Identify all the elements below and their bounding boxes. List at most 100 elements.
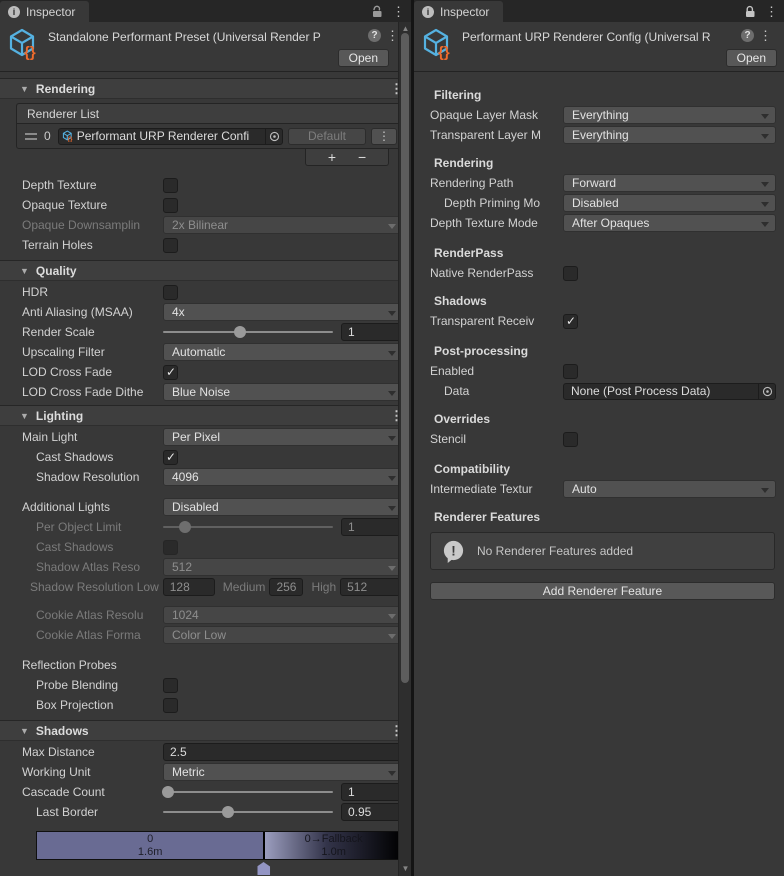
row-native-renderpass: Native RenderPass bbox=[414, 264, 776, 282]
renderer-asset-icon: {} bbox=[62, 130, 74, 142]
postproc-enabled-checkbox[interactable] bbox=[563, 364, 578, 379]
section-shadows[interactable]: ▼ Shadows ⋮ bbox=[0, 720, 411, 741]
row-rendering-path: Rendering Path Forward bbox=[414, 174, 776, 192]
cookie-atlas-format-dropdown: Color Low bbox=[163, 626, 403, 644]
lod-cross-fade-checkbox[interactable] bbox=[163, 365, 178, 380]
opaque-texture-checkbox[interactable] bbox=[163, 198, 178, 213]
row-opaque-layer-mask: Opaque Layer Mask Everything bbox=[414, 106, 776, 124]
max-distance-field[interactable]: 2.5 bbox=[163, 743, 403, 761]
lock-icon[interactable] bbox=[744, 5, 756, 18]
row-transparent-receive: Transparent Receiv bbox=[414, 312, 776, 330]
last-border-slider[interactable] bbox=[163, 803, 333, 821]
object-name: Performant URP Renderer Confi bbox=[77, 129, 262, 143]
row-render-scale: Render Scale 1 bbox=[0, 323, 403, 341]
slider-knob[interactable] bbox=[222, 806, 234, 818]
drag-handle-icon[interactable] bbox=[25, 133, 37, 140]
header-renderer-features: Renderer Features bbox=[414, 508, 784, 526]
slider-knob[interactable] bbox=[162, 786, 174, 798]
tab-label: Inspector bbox=[26, 5, 75, 19]
depth-priming-mode-dropdown[interactable]: Disabled bbox=[563, 194, 776, 212]
row-terrain-holes: Terrain Holes bbox=[0, 236, 403, 254]
tab-inspector[interactable]: i Inspector bbox=[0, 1, 89, 22]
add-renderer-button[interactable]: + bbox=[328, 150, 336, 164]
cascade-count-value[interactable]: 1 bbox=[341, 783, 403, 801]
depth-texture-mode-dropdown[interactable]: After Opaques bbox=[563, 214, 776, 232]
upscaling-filter-dropdown[interactable]: Automatic bbox=[163, 343, 403, 361]
row-shadow-resolution: Shadow Resolution 4096 bbox=[0, 468, 403, 486]
tab-bar: i Inspector ⋮ bbox=[414, 0, 784, 22]
rendering-path-dropdown[interactable]: Forward bbox=[563, 174, 776, 192]
cascade-count-slider[interactable] bbox=[163, 783, 333, 801]
cascade-segment-0: 0 1.6m bbox=[37, 832, 263, 859]
asset-header: {} Performant URP Renderer Config (Unive… bbox=[414, 22, 784, 72]
preset-asset-icon: {} bbox=[7, 27, 41, 61]
row-postproc-enabled: Enabled bbox=[414, 362, 776, 380]
exclamation-bubble-icon: ! bbox=[441, 539, 466, 564]
header-rendering: Rendering bbox=[414, 154, 784, 172]
svg-text:{}: {} bbox=[24, 44, 36, 61]
open-button[interactable]: Open bbox=[726, 49, 777, 67]
row-postproc-data: Data None (Post Process Data) bbox=[414, 382, 776, 400]
main-light-dropdown[interactable]: Per Pixel bbox=[163, 428, 403, 446]
cast-shadows-checkbox[interactable] bbox=[163, 450, 178, 465]
open-button[interactable]: Open bbox=[338, 49, 389, 67]
header-renderpass: RenderPass bbox=[414, 244, 784, 262]
opaque-downsampling-dropdown: 2x Bilinear bbox=[163, 216, 403, 234]
help-icon[interactable]: ? bbox=[368, 29, 381, 42]
foldout-icon: ▼ bbox=[20, 411, 29, 421]
slider-knob bbox=[179, 521, 191, 533]
scroll-down-icon[interactable]: ▼ bbox=[399, 864, 411, 874]
transparent-receive-checkbox[interactable] bbox=[563, 314, 578, 329]
header-kebab-icon[interactable]: ⋮ bbox=[759, 29, 772, 42]
last-border-value[interactable]: 0.95 bbox=[341, 803, 403, 821]
hdr-checkbox[interactable] bbox=[163, 285, 178, 300]
box-projection-checkbox[interactable] bbox=[163, 698, 178, 713]
row-max-distance: Max Distance 2.5 bbox=[0, 743, 403, 761]
panel-kebab-icon[interactable]: ⋮ bbox=[765, 5, 778, 18]
msaa-dropdown[interactable]: 4x bbox=[163, 303, 403, 321]
lod-dither-dropdown[interactable]: Blue Noise bbox=[163, 383, 403, 401]
shadow-resolution-dropdown[interactable]: 4096 bbox=[163, 468, 403, 486]
header-post-processing: Post-processing bbox=[414, 342, 784, 360]
renderer-asset-icon: {} bbox=[421, 27, 455, 61]
row-additional-cast-shadows: Cast Shadows bbox=[0, 538, 403, 556]
slider-knob[interactable] bbox=[234, 326, 246, 338]
section-quality[interactable]: ▼ Quality bbox=[0, 260, 411, 281]
foldout-icon: ▼ bbox=[20, 266, 29, 276]
section-rendering[interactable]: ▼ Rendering ⋮ bbox=[0, 78, 411, 99]
shadow-res-medium-field: 256 bbox=[269, 578, 303, 596]
row-cookie-atlas-format: Cookie Atlas Forma Color Low bbox=[0, 626, 403, 644]
header-compatibility: Compatibility bbox=[414, 460, 784, 478]
list-item-kebab-icon[interactable]: ⋮ bbox=[371, 128, 397, 145]
add-renderer-feature-button[interactable]: Add Renderer Feature bbox=[430, 582, 775, 600]
opaque-layer-mask-dropdown[interactable]: Everything bbox=[563, 106, 776, 124]
row-main-light: Main Light Per Pixel bbox=[0, 428, 403, 446]
intermediate-texture-dropdown[interactable]: Auto bbox=[563, 480, 776, 498]
section-lighting[interactable]: ▼ Lighting ⋮ bbox=[0, 405, 411, 426]
stencil-checkbox[interactable] bbox=[563, 432, 578, 447]
renderer-object-field[interactable]: {} Performant URP Renderer Confi bbox=[58, 128, 283, 145]
row-working-unit: Working Unit Metric bbox=[0, 763, 403, 781]
scrollbar: ▲ ▼ bbox=[398, 22, 411, 876]
scrollbar-thumb[interactable] bbox=[401, 33, 409, 683]
terrain-holes-checkbox[interactable] bbox=[163, 238, 178, 253]
depth-texture-checkbox[interactable] bbox=[163, 178, 178, 193]
object-picker-icon[interactable] bbox=[758, 384, 775, 399]
transparent-layer-mask-dropdown[interactable]: Everything bbox=[563, 126, 776, 144]
cascade-split-handle[interactable] bbox=[257, 862, 270, 875]
unlock-icon[interactable] bbox=[371, 5, 383, 18]
render-scale-slider[interactable] bbox=[163, 323, 333, 341]
remove-renderer-button[interactable]: − bbox=[358, 150, 366, 164]
render-scale-value[interactable]: 1 bbox=[341, 323, 403, 341]
probe-blending-checkbox[interactable] bbox=[163, 678, 178, 693]
postproc-data-object-field[interactable]: None (Post Process Data) bbox=[563, 383, 776, 400]
additional-lights-dropdown[interactable]: Disabled bbox=[163, 498, 403, 516]
object-picker-icon[interactable] bbox=[265, 129, 282, 144]
tab-inspector[interactable]: i Inspector bbox=[414, 1, 503, 22]
inspector-panel-preset: i Inspector ⋮ {} Standalone Performant P… bbox=[0, 0, 411, 876]
panel-kebab-icon[interactable]: ⋮ bbox=[392, 5, 405, 18]
help-icon[interactable]: ? bbox=[741, 29, 754, 42]
working-unit-dropdown[interactable]: Metric bbox=[163, 763, 403, 781]
native-renderpass-checkbox[interactable] bbox=[563, 266, 578, 281]
row-depth-texture-mode: Depth Texture Mode After Opaques bbox=[414, 214, 776, 232]
